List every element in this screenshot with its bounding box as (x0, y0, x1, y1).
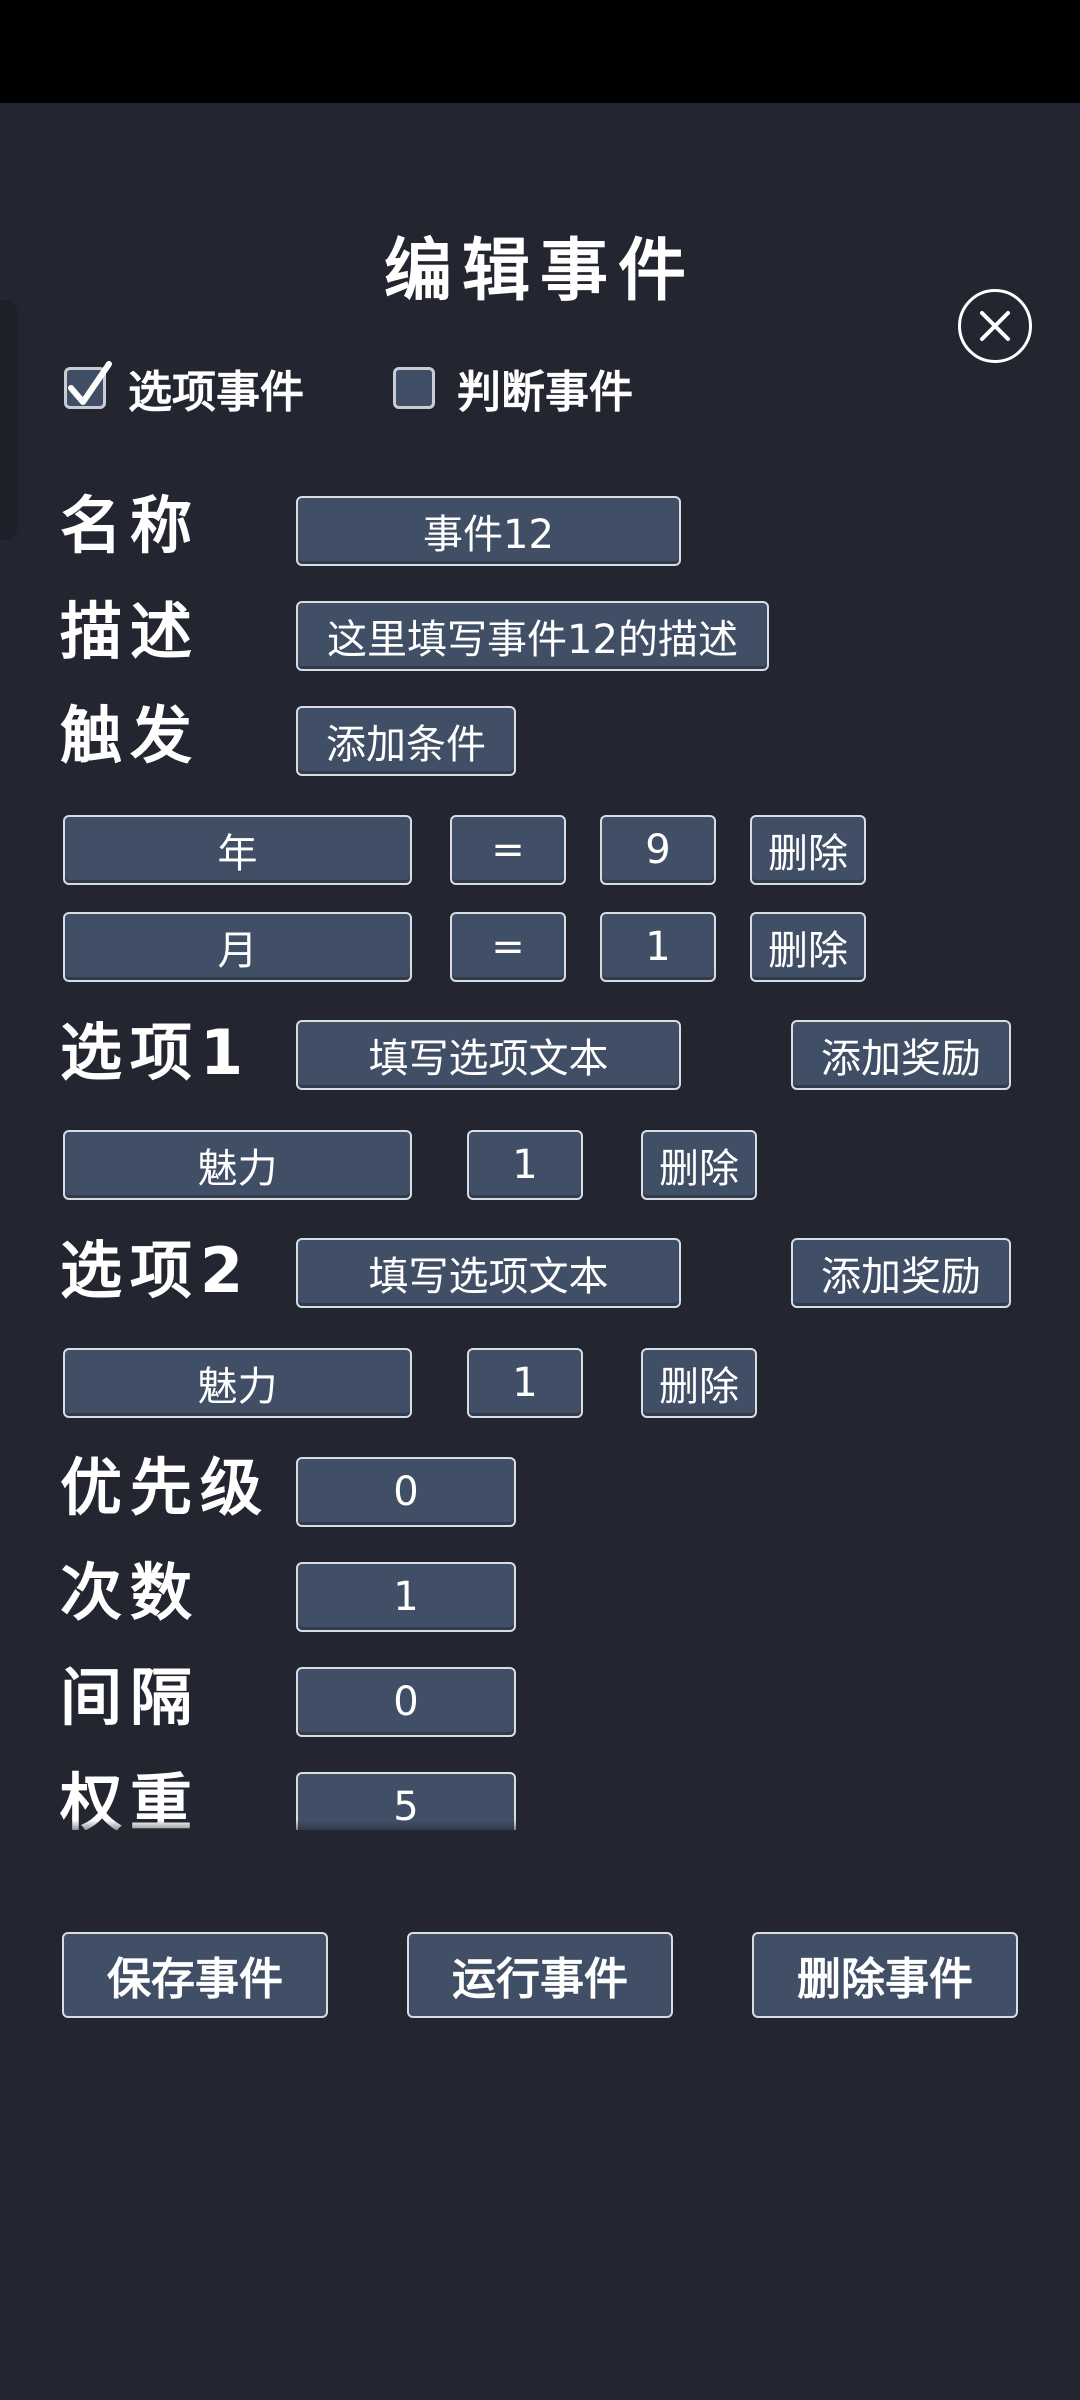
option-1-reward-delete-button[interactable]: 删除 (641, 1130, 757, 1200)
option-2-label: 选项2 (60, 1234, 252, 1307)
option-2-reward-attribute-select[interactable]: 魅力 (63, 1348, 412, 1418)
option-2-reward-delete-button[interactable]: 删除 (641, 1348, 757, 1418)
priority-input[interactable]: 0 (296, 1457, 516, 1527)
delete-event-button[interactable]: 删除事件 (752, 1932, 1018, 2018)
option-event-box[interactable] (64, 361, 112, 409)
option-1-text-input[interactable]: 填写选项文本 (296, 1020, 681, 1090)
status-bar (0, 0, 1080, 103)
close-icon (980, 311, 1010, 341)
option-1-add-reward-button[interactable]: 添加奖励 (791, 1020, 1011, 1090)
option-2-add-reward-button[interactable]: 添加奖励 (791, 1238, 1011, 1308)
count-label: 次数 (60, 1556, 201, 1629)
condition-operator-select[interactable]: = (450, 815, 566, 885)
page-title: 编辑事件 (383, 232, 696, 311)
option-event-checkbox[interactable]: 选项事件 (64, 358, 304, 418)
condition-value-input[interactable]: 1 (600, 912, 716, 982)
description-label: 描述 (60, 595, 201, 668)
option-2-reward-amount-input[interactable]: 1 (467, 1348, 583, 1418)
judge-event-label: 判断事件 (457, 367, 633, 418)
condition-variable-select[interactable]: 年 (63, 815, 412, 885)
interval-input[interactable]: 0 (296, 1667, 516, 1737)
condition-variable-select[interactable]: 月 (63, 912, 412, 982)
edit-event-screen: 编辑事件 选项事件 判断事件 名称 事件12 描述 这里填写事件12的描述 触发… (0, 0, 1080, 2400)
condition-operator-select[interactable]: = (450, 912, 566, 982)
scroll-fade (0, 1820, 1080, 1840)
checkmark-icon (68, 361, 112, 405)
option-1-reward-attribute-select[interactable]: 魅力 (63, 1130, 412, 1200)
save-event-button[interactable]: 保存事件 (62, 1932, 328, 2018)
description-input[interactable]: 这里填写事件12的描述 (296, 601, 769, 671)
condition-delete-button[interactable]: 删除 (750, 815, 866, 885)
close-button[interactable] (958, 289, 1032, 363)
judge-event-checkbox[interactable]: 判断事件 (393, 358, 633, 418)
priority-label: 优先级 (60, 1451, 271, 1524)
judge-event-box[interactable] (393, 367, 435, 409)
run-event-button[interactable]: 运行事件 (407, 1932, 673, 2018)
name-input[interactable]: 事件12 (296, 496, 681, 566)
side-drawer-handle[interactable] (0, 300, 18, 540)
interval-label: 间隔 (60, 1661, 201, 1734)
option-event-label: 选项事件 (128, 367, 304, 418)
option-1-label: 选项1 (60, 1016, 252, 1089)
count-input[interactable]: 1 (296, 1562, 516, 1632)
option-2-text-input[interactable]: 填写选项文本 (296, 1238, 681, 1308)
option-1-reward-amount-input[interactable]: 1 (467, 1130, 583, 1200)
condition-value-input[interactable]: 9 (600, 815, 716, 885)
condition-delete-button[interactable]: 删除 (750, 912, 866, 982)
name-label: 名称 (60, 489, 201, 562)
trigger-label: 触发 (60, 699, 201, 772)
add-condition-button[interactable]: 添加条件 (296, 706, 516, 776)
